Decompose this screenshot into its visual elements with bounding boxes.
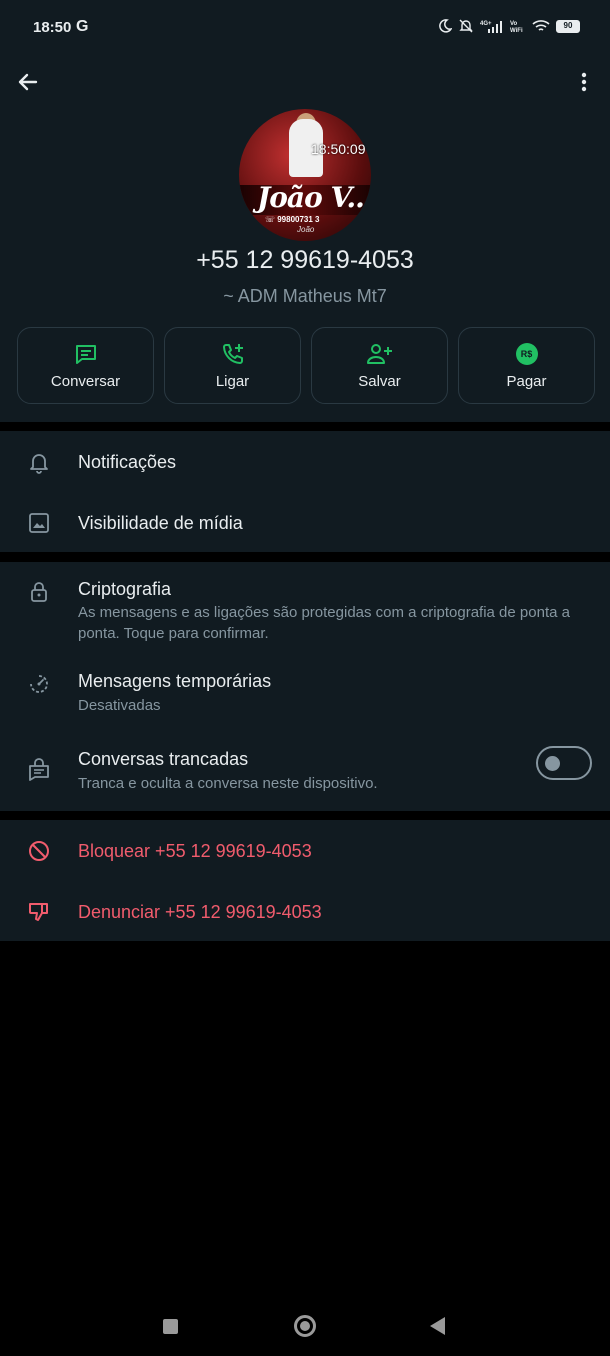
battery-icon: 90 <box>556 19 580 33</box>
temporary-messages-status: Desativadas <box>78 697 161 714</box>
encryption-row[interactable]: Criptografia As mensagens e as ligações … <box>0 562 610 654</box>
chat-button[interactable]: Conversar <box>17 327 154 404</box>
system-nav-bar <box>0 1296 610 1356</box>
person-add-icon <box>366 344 392 364</box>
phone-add-icon <box>222 344 243 364</box>
payment-icon: R$ <box>515 343 538 365</box>
report-contact-label: Denunciar +55 12 99619-4053 <box>78 902 322 922</box>
locked-chats-description: Tranca e oculta a conversa neste disposi… <box>78 775 378 792</box>
temporary-messages-row[interactable]: Mensagens temporárias Desativadas <box>0 654 610 730</box>
thumbs-down-icon <box>29 903 48 921</box>
bell-off-icon <box>459 19 473 33</box>
contact-subtitle: ~ ADM Matheus Mt7 <box>223 286 387 306</box>
locked-chats-row[interactable]: Conversas trancadas Tranca e oculta a co… <box>0 730 610 811</box>
locked-chats-label: Conversas trancadas <box>78 749 249 769</box>
toggle-knob <box>545 756 560 771</box>
settings-section-media: Notificações Visibilidade de mídia <box>0 431 610 552</box>
timer-icon <box>30 675 48 693</box>
svg-text:Vo: Vo <box>510 21 518 27</box>
timestamp-overlay: 18:50:09 <box>311 141 366 157</box>
notifications-row[interactable]: Notificações <box>0 431 610 492</box>
avatar-phone: ☏ 99800731 3 <box>265 215 320 224</box>
settings-section-privacy: Criptografia As mensagens e as ligações … <box>0 562 610 811</box>
encryption-description: As mensagens e as ligações são protegida… <box>78 604 570 642</box>
block-icon <box>29 841 49 861</box>
moon-icon <box>439 19 452 33</box>
google-icon: G <box>76 18 89 35</box>
notifications-label: Notificações <box>78 452 177 472</box>
action-buttons: Conversar Ligar Salvar R$ Pagar <box>17 327 595 404</box>
arrow-left-icon[interactable] <box>14 68 42 96</box>
back-triangle-button[interactable] <box>430 1317 445 1335</box>
call-button-label: Ligar <box>215 373 250 390</box>
more-vertical-icon[interactable] <box>574 68 594 96</box>
locked-chat-icon <box>29 758 49 781</box>
status-bar: 18:50 G 4G+ Vo WiFi 90 <box>0 0 610 52</box>
media-visibility-label: Visibilidade de mídia <box>78 513 243 533</box>
home-button[interactable] <box>294 1315 316 1337</box>
avatar-text: João V.. <box>257 181 365 214</box>
home-dot <box>300 1321 310 1331</box>
avatar-signature: João <box>297 225 315 234</box>
svg-text:4G+: 4G+ <box>480 21 492 27</box>
pay-button-label: Pagar <box>506 373 547 390</box>
danger-section: Bloquear +55 12 99619-4053 Denunciar +55… <box>0 820 610 941</box>
save-contact-button[interactable]: Salvar <box>311 327 448 404</box>
media-visibility-row[interactable]: Visibilidade de mídia <box>0 492 610 552</box>
contact-name: +55 12 99619-4053 <box>196 246 414 274</box>
status-icons: 4G+ Vo WiFi 90 <box>438 18 580 34</box>
contact-header: João V.. ☏ 99800731 3 João 18:50:09 +55 … <box>0 52 610 422</box>
wifi-icon <box>532 20 550 31</box>
report-contact-row[interactable]: Denunciar +55 12 99619-4053 <box>0 881 610 941</box>
image-icon <box>29 513 49 533</box>
avatar[interactable]: João V.. ☏ 99800731 3 João <box>239 109 371 241</box>
locked-chats-toggle[interactable] <box>536 746 592 780</box>
call-button[interactable]: Ligar <box>164 327 301 404</box>
svg-text:WiFi: WiFi <box>510 28 523 33</box>
vowifi-icon: VoWiFi <box>510 21 523 33</box>
pay-button[interactable]: R$ Pagar <box>458 327 595 404</box>
chat-icon <box>75 345 96 364</box>
chat-button-label: Conversar <box>50 373 121 390</box>
status-time: 18:50 <box>33 19 72 36</box>
signal-4g-icon: 4G+ <box>480 21 502 33</box>
temporary-messages-label: Mensagens temporárias <box>78 671 272 691</box>
block-contact-label: Bloquear +55 12 99619-4053 <box>78 841 312 861</box>
lock-icon <box>31 582 47 602</box>
encryption-label: Criptografia <box>78 579 172 599</box>
recents-button[interactable] <box>163 1319 178 1334</box>
block-contact-row[interactable]: Bloquear +55 12 99619-4053 <box>0 820 610 881</box>
bell-icon <box>30 454 48 474</box>
save-contact-button-label: Salvar <box>358 373 401 390</box>
